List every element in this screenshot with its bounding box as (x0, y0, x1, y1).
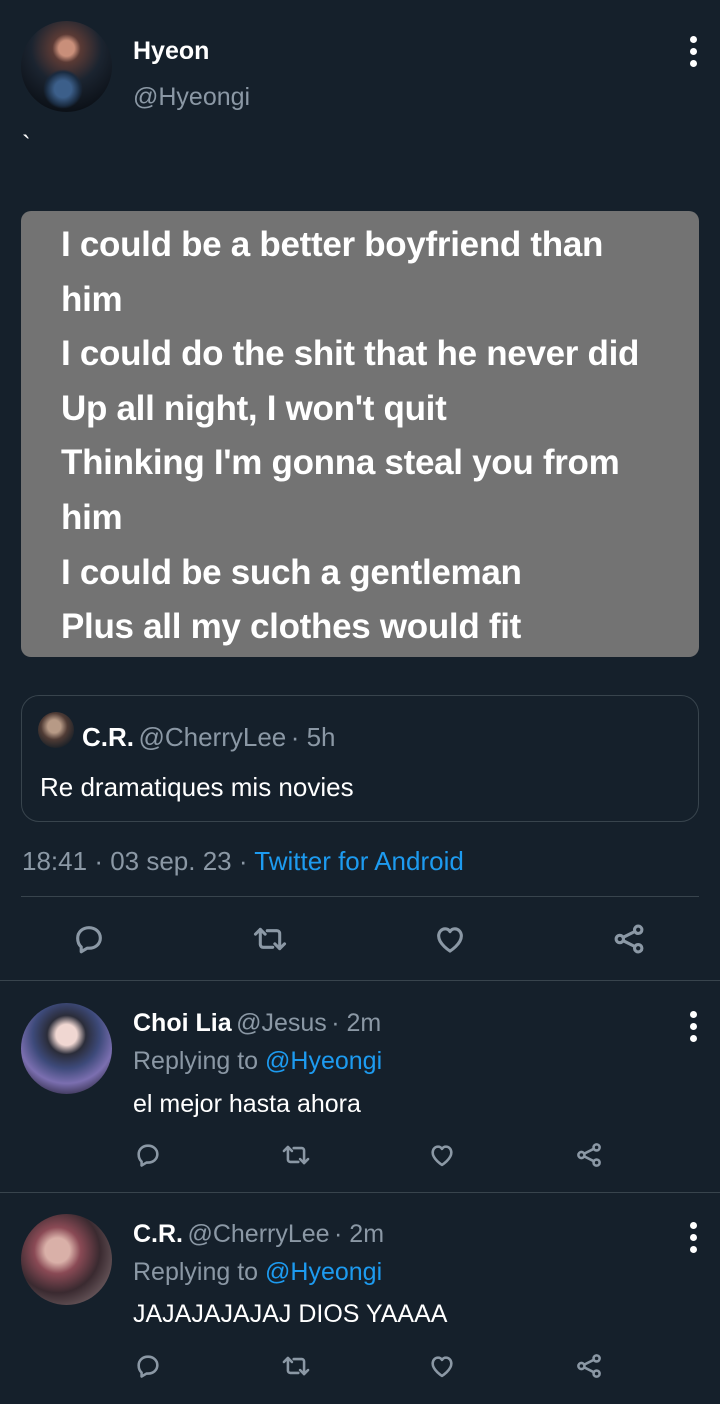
author-handle[interactable]: @Hyeongi (133, 83, 250, 112)
quote-avatar (38, 712, 74, 748)
lyric-line: him (61, 280, 123, 319)
more-vertical-icon[interactable] (689, 36, 697, 67)
divider (21, 896, 699, 897)
reply-avatar[interactable] (21, 1214, 112, 1305)
retweet-button[interactable] (281, 1141, 311, 1169)
lyric-line: Plus all my clothes would fit (61, 607, 521, 646)
quote-time: · 5h (290, 722, 336, 752)
reply-time: · 2m (334, 1220, 385, 1248)
tweet-meta: 18:41 · 03 sep. 23 · Twitter for Android (22, 846, 464, 877)
reply-text: JAJAJAJAJAJ DIOS YAAAA (133, 1300, 448, 1328)
share-button[interactable] (611, 922, 647, 956)
tweet-time: 18:41 (22, 846, 88, 876)
replying-to: Replying to @Hyeongi (133, 1047, 382, 1076)
quote-text: Re dramatiques mis novies (40, 772, 354, 802)
replying-to-label: Replying to (133, 1258, 259, 1286)
share-icon (577, 1354, 601, 1378)
retweet-icon (282, 1356, 310, 1376)
divider (0, 1192, 720, 1193)
retweet-button[interactable] (281, 1352, 311, 1380)
reply-author-handle[interactable]: @Jesus (236, 1009, 327, 1037)
reply-header: C.R. @CherryLee · 2m (133, 1220, 384, 1249)
lyric-line: I could do the shit that he never did (61, 334, 640, 373)
quote-author-handle: @CherryLee (138, 722, 287, 752)
lyric-line: him (61, 498, 123, 537)
like-button[interactable] (427, 1141, 457, 1169)
quoted-tweet[interactable]: C.R. @CherryLee · 5h Re dramatiques mis … (21, 695, 699, 822)
reply-header: Choi Lia @Jesus · 2m (133, 1009, 381, 1038)
replying-to-handle[interactable]: @Hyeongi (265, 1047, 382, 1075)
reply-text: el mejor hasta ahora (133, 1090, 361, 1118)
reply-time: · 2m (331, 1009, 382, 1037)
reply-author-handle[interactable]: @CherryLee (187, 1220, 329, 1248)
tweet-date: · 03 sep. 23 · (94, 846, 248, 876)
tweet-source[interactable]: Twitter for Android (254, 846, 464, 876)
comment-icon (137, 1355, 159, 1378)
more-vertical-icon[interactable] (689, 1011, 697, 1042)
tweet-image[interactable]: I could be a better boyfriend than him I… (21, 211, 699, 657)
lyric-line: Up all night, I won't quit (61, 389, 447, 428)
reply-author-name[interactable]: C.R. (133, 1220, 183, 1248)
reply-button[interactable] (134, 1352, 162, 1380)
heart-icon (431, 1356, 453, 1378)
share-button[interactable] (574, 1141, 604, 1169)
like-button[interactable] (427, 1352, 457, 1380)
like-button[interactable] (432, 922, 468, 956)
heart-icon (437, 927, 463, 953)
reply-author-name[interactable]: Choi Lia (133, 1009, 232, 1037)
replying-to: Replying to @Hyeongi (133, 1258, 382, 1287)
more-vertical-icon[interactable] (689, 1222, 697, 1253)
retweet-icon (253, 927, 287, 951)
replying-to-label: Replying to (133, 1047, 259, 1075)
share-icon (577, 1143, 601, 1167)
author-avatar[interactable] (21, 21, 112, 112)
reply-avatar[interactable] (21, 1003, 112, 1094)
retweet-icon (282, 1145, 310, 1165)
comment-icon (137, 1144, 159, 1167)
replying-to-handle[interactable]: @Hyeongi (265, 1258, 382, 1286)
comment-icon (76, 926, 102, 954)
retweet-button[interactable] (252, 922, 288, 956)
lyric-line: I could be such a gentleman (61, 553, 522, 592)
reply-button[interactable] (72, 922, 106, 956)
lyric-line: I could be a better boyfriend than (61, 225, 604, 264)
share-button[interactable] (574, 1352, 604, 1380)
quote-author-name: C.R. (82, 722, 134, 752)
divider (0, 980, 720, 981)
tweet-text: ` (22, 130, 31, 160)
share-icon (614, 924, 644, 954)
lyric-line: Thinking I'm gonna steal you from (61, 443, 620, 482)
reply-button[interactable] (134, 1141, 162, 1169)
heart-icon (431, 1145, 453, 1167)
author-name[interactable]: Hyeon (133, 37, 209, 66)
